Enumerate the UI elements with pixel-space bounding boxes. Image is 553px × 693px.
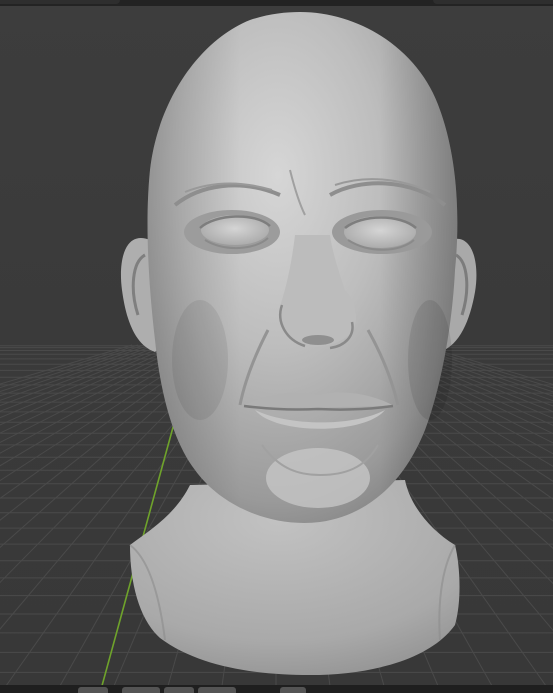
scene-canvas[interactable] <box>0 0 553 693</box>
view-button-icon[interactable] <box>122 687 160 693</box>
grid-line <box>0 344 139 389</box>
grid-line <box>0 344 133 385</box>
head-sculpt[interactable] <box>120 12 477 675</box>
mode-button-icon[interactable] <box>78 687 108 693</box>
chin <box>266 448 370 508</box>
object-button-icon[interactable] <box>280 687 306 693</box>
viewport-footer <box>0 685 553 693</box>
add-button-icon[interactable] <box>198 687 236 693</box>
grid-line <box>0 344 163 407</box>
grid-line <box>0 344 193 443</box>
select-button-icon[interactable] <box>164 687 194 693</box>
3d-viewport[interactable] <box>0 0 553 693</box>
